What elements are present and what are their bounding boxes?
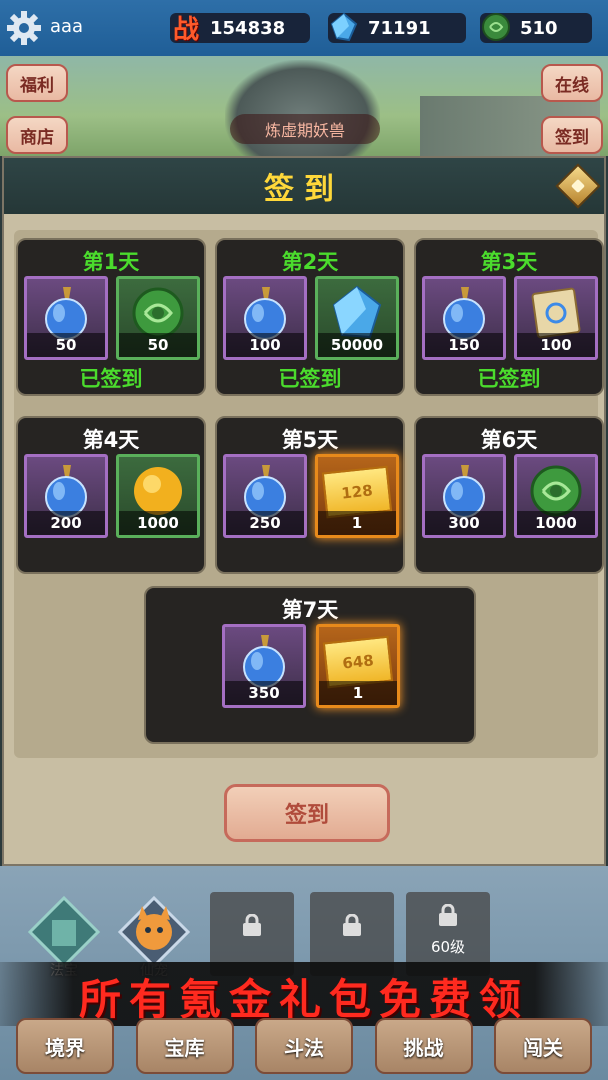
day-card-2: 第2天 100 50000 已签到 <box>215 238 405 396</box>
day-card-3: 第3天 150 100 已签到 <box>414 238 604 396</box>
top-bar: aaa 战 154838 71191 510 <box>0 0 608 56</box>
unlock-level: 60级 <box>430 938 466 956</box>
close-icon[interactable] <box>555 163 601 209</box>
reward-slot[interactable]: 250 <box>223 454 307 538</box>
reward-qty: 100 <box>226 333 304 357</box>
nav-vault[interactable]: 宝库 <box>135 1018 234 1074</box>
reward-slot[interactable]: 1000 <box>514 454 598 538</box>
reward-slot[interactable]: 100 <box>223 276 307 360</box>
day-card-1: 第1天 50 50 已签到 <box>16 238 206 396</box>
reward-qty: 300 <box>425 511 503 535</box>
reward-slot[interactable]: 150 <box>422 276 506 360</box>
status-label: 已签到 <box>79 367 143 391</box>
day-card-4: 第4天 200 1000 <box>16 416 206 574</box>
day-card-5: 第5天 250 128 1 <box>215 416 405 574</box>
shop-button[interactable]: 商店 <box>6 116 68 154</box>
reward-qty: 50 <box>119 333 197 357</box>
reward-qty: 50 <box>27 333 105 357</box>
jade-value: 510 <box>520 17 558 39</box>
reward-qty: 50000 <box>318 333 396 357</box>
battle-power-icon: 战 <box>172 14 199 45</box>
nav-challenge[interactable]: 挑战 <box>374 1018 473 1074</box>
panel-header: 签到 <box>4 158 604 214</box>
reward-slot[interactable]: 648 1 <box>316 624 400 708</box>
checkin-button[interactable]: 签到 <box>224 784 390 842</box>
reward-qty: 350 <box>225 681 303 705</box>
status-label: 已签到 <box>477 367 541 391</box>
day-title: 第5天 <box>281 428 339 452</box>
nav-stages[interactable]: 闯关 <box>494 1018 592 1074</box>
lock-icon <box>343 914 361 936</box>
reward-slot[interactable]: 50000 <box>315 276 399 360</box>
checkin-side-button[interactable]: 签到 <box>541 116 603 154</box>
reward-slot[interactable]: 128 1 <box>315 454 399 538</box>
day-title: 第6天 <box>480 428 538 452</box>
crystal-value: 71191 <box>368 17 431 39</box>
lock-icon <box>243 914 261 936</box>
day-card-6: 第6天 300 1000 <box>414 416 604 574</box>
status-label: 已签到 <box>278 367 342 391</box>
checkin-panel: 签到 第1天 50 50 已签到 第2天 100 50000 已签到 第3天 1… <box>2 156 606 866</box>
jade-counter: 510 <box>480 13 592 43</box>
reward-qty: 100 <box>517 333 595 357</box>
day-title: 第2天 <box>281 250 339 274</box>
bottom-nav: 境界 宝库 斗法 挑战 闯关 <box>0 1018 608 1080</box>
reward-slot[interactable]: 300 <box>422 454 506 538</box>
reward-qty: 1000 <box>517 511 595 535</box>
day-card-7: 第7天 350 648 1 <box>144 586 476 744</box>
welfare-button[interactable]: 福利 <box>6 64 68 102</box>
day-title: 第4天 <box>82 428 140 452</box>
nav-duel[interactable]: 斗法 <box>255 1018 353 1074</box>
days-grid: 第1天 50 50 已签到 第2天 100 50000 已签到 第3天 150 … <box>14 230 604 758</box>
username[interactable]: aaa <box>50 16 83 37</box>
reward-qty: 200 <box>27 511 105 535</box>
reward-slot[interactable]: 50 <box>116 276 200 360</box>
online-button[interactable]: 在线 <box>541 64 603 102</box>
lock-icon <box>439 904 457 926</box>
day-title: 第7天 <box>281 598 339 622</box>
battle-power-counter: 战 154838 <box>170 13 310 45</box>
day-title: 第1天 <box>82 250 140 274</box>
reward-slot[interactable]: 100 <box>514 276 598 360</box>
reward-qty: 250 <box>226 511 304 535</box>
reward-qty: 1 <box>319 681 397 705</box>
gear-icon[interactable] <box>6 10 42 46</box>
scene-label: 炼虚期妖兽 <box>230 114 380 144</box>
reward-slot[interactable]: 50 <box>24 276 108 360</box>
reward-qty: 150 <box>425 333 503 357</box>
nav-realm[interactable]: 境界 <box>16 1018 114 1074</box>
reward-slot[interactable]: 200 <box>24 454 108 538</box>
reward-slot[interactable]: 350 <box>222 624 306 708</box>
jade-icon <box>476 7 516 47</box>
crystal-icon <box>324 7 364 47</box>
day-title: 第3天 <box>480 250 538 274</box>
panel-title: 签到 <box>264 172 344 207</box>
reward-qty: 1 <box>318 511 396 535</box>
battle-power-value: 154838 <box>210 17 286 39</box>
reward-qty: 1000 <box>119 511 197 535</box>
reward-slot[interactable]: 1000 <box>116 454 200 538</box>
crystal-counter: 71191 <box>328 12 466 43</box>
